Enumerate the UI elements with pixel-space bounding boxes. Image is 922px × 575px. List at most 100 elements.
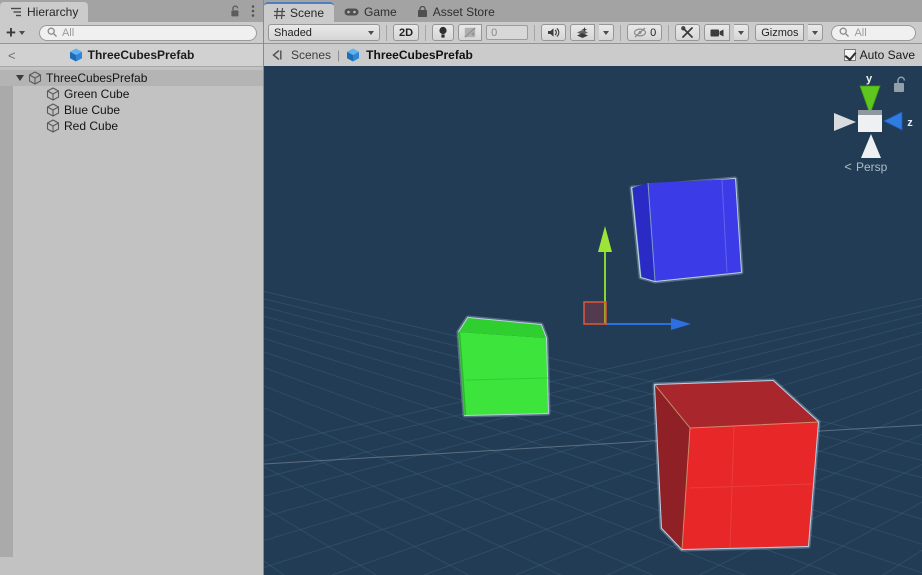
scene-audio-button[interactable] xyxy=(541,24,567,41)
divider xyxy=(668,24,670,41)
tab-scene[interactable]: Scene xyxy=(264,2,335,22)
divider xyxy=(425,24,427,41)
gameobject-cube-icon xyxy=(46,87,60,101)
hidden-count: 0 xyxy=(650,26,657,39)
auto-save-checkbox[interactable] xyxy=(843,48,857,62)
chevron-down-icon xyxy=(18,30,25,35)
hierarchy-icon xyxy=(10,6,22,18)
expand-arrow-icon[interactable] xyxy=(16,75,24,81)
unity-editor-window: Hierarchy + All < ThreeCubesPrefab Three… xyxy=(0,0,922,575)
gizmos-dropdown[interactable] xyxy=(808,24,824,41)
hierarchy-panel: Hierarchy + All < ThreeCubesPrefab Three… xyxy=(0,0,264,575)
persp-label[interactable]: Persp xyxy=(856,160,888,174)
exposure-value: 0 xyxy=(491,26,498,39)
prefab-icon xyxy=(346,48,360,62)
prefab-icon xyxy=(69,48,83,62)
chevron-down-icon xyxy=(603,30,610,35)
tree-row-green-cube[interactable]: Green Cube xyxy=(0,86,263,102)
scene-render: y z < Persp xyxy=(264,66,922,575)
breadcrumb-current-prefab[interactable]: ThreeCubesPrefab xyxy=(366,48,473,62)
red-cube-mesh[interactable] xyxy=(652,378,821,552)
green-cube-mesh[interactable] xyxy=(456,315,551,418)
breadcrumb-separator: | xyxy=(337,48,341,62)
scene-lighting-button[interactable] xyxy=(432,24,455,41)
plane-handle[interactable] xyxy=(583,301,607,325)
visibility-gutter[interactable] xyxy=(0,70,13,557)
auto-save-control[interactable]: Auto Save xyxy=(843,48,915,62)
fx-layers-icon xyxy=(576,26,589,39)
tree-row-label: Blue Cube xyxy=(64,103,121,117)
scene-panel: Scene Game Asset Store Shaded 2D 0 0 Giz… xyxy=(264,0,922,575)
scene-effects-button[interactable] xyxy=(570,24,596,41)
create-gameobject-button[interactable]: + xyxy=(4,22,27,42)
prefab-back-button[interactable]: < xyxy=(8,48,16,63)
tab-asset-store[interactable]: Asset Store xyxy=(407,2,505,22)
exposure-field[interactable]: 0 xyxy=(486,25,529,40)
hierarchy-search-input[interactable]: All xyxy=(38,24,257,41)
check-icon xyxy=(844,48,857,62)
scene-toolbar: Shaded 2D 0 0 Gizmos All xyxy=(264,22,922,44)
search-icon xyxy=(839,27,850,38)
breadcrumb-back-icon[interactable] xyxy=(271,49,285,61)
tree-row-red-cube[interactable]: Red Cube xyxy=(0,118,263,134)
prefab-mode-header: < ThreeCubesPrefab xyxy=(0,44,263,67)
component-tools-button[interactable] xyxy=(675,24,701,41)
tab-scene-label: Scene xyxy=(290,6,325,20)
divider xyxy=(386,24,387,41)
tree-row-blue-cube[interactable]: Blue Cube xyxy=(0,102,263,118)
scene-effects-dropdown[interactable] xyxy=(599,24,615,41)
gameobject-cube-icon xyxy=(28,71,42,85)
hierarchy-toolbar: + All xyxy=(0,22,263,44)
exposure-image-icon xyxy=(464,27,476,38)
scene-tabstrip: Scene Game Asset Store xyxy=(264,0,922,22)
search-icon xyxy=(47,27,58,38)
2d-toggle-button[interactable]: 2D xyxy=(393,24,420,41)
scene-search-input[interactable]: All xyxy=(831,24,916,41)
crossed-tools-icon xyxy=(681,26,694,39)
shading-mode-dropdown[interactable]: Shaded xyxy=(268,24,380,41)
scene-search-placeholder: All xyxy=(854,26,867,39)
2d-label: 2D xyxy=(399,26,414,39)
gameobject-cube-icon xyxy=(46,119,60,133)
breadcrumb-scenes[interactable]: Scenes xyxy=(291,48,331,62)
gizmo-cube-top-face xyxy=(858,110,882,115)
tab-asset-store-label: Asset Store xyxy=(432,5,495,19)
scene-camera-button[interactable] xyxy=(704,24,731,41)
axis-y-label: y xyxy=(866,73,873,85)
tree-row-root[interactable]: ThreeCubesPrefab xyxy=(0,70,263,86)
bulb-icon xyxy=(438,26,448,39)
hierarchy-search-placeholder: All xyxy=(61,26,75,39)
auto-save-label: Auto Save xyxy=(859,48,915,62)
tab-game[interactable]: Game xyxy=(334,2,407,22)
tree-row-label: Green Cube xyxy=(64,87,130,101)
tree-row-label: Red Cube xyxy=(64,119,119,133)
chevron-down-icon xyxy=(812,30,819,35)
axis-z-label: z xyxy=(907,117,913,129)
unlock-icon[interactable] xyxy=(229,4,241,18)
gameobject-cube-icon xyxy=(46,103,60,117)
gizmos-button[interactable]: Gizmos xyxy=(755,24,805,41)
gizmos-label: Gizmos xyxy=(761,26,799,39)
hierarchy-tabstrip: Hierarchy xyxy=(0,0,263,22)
scene-viewport[interactable]: y z < Persp xyxy=(264,66,922,575)
tab-hierarchy[interactable]: Hierarchy xyxy=(0,2,89,22)
chevron-down-icon xyxy=(738,30,745,35)
scene-visibility-button[interactable]: 0 xyxy=(627,24,663,41)
divider xyxy=(534,24,536,41)
plus-icon: + xyxy=(6,22,16,42)
scene-camera-dropdown[interactable] xyxy=(734,24,750,41)
scene-grid-icon xyxy=(274,7,285,19)
prefab-title: ThreeCubesPrefab xyxy=(87,48,195,62)
kebab-menu-icon[interactable] xyxy=(251,4,255,18)
speaker-icon xyxy=(547,27,560,38)
tab-hierarchy-label: Hierarchy xyxy=(27,5,79,19)
shading-mode-value: Shaded xyxy=(274,26,312,39)
hierarchy-tree: ThreeCubesPrefab Green Cube Blue Cube Re… xyxy=(0,70,263,557)
prefab-breadcrumb-bar: Scenes | ThreeCubesPrefab Auto Save xyxy=(264,44,922,66)
tab-game-label: Game xyxy=(364,5,397,19)
tree-row-label: ThreeCubesPrefab xyxy=(46,71,148,85)
persp-angle-icon[interactable]: < xyxy=(844,159,852,174)
exposure-icon-button[interactable] xyxy=(458,24,483,41)
blue-cube-mesh[interactable] xyxy=(629,176,744,284)
divider xyxy=(620,24,622,41)
